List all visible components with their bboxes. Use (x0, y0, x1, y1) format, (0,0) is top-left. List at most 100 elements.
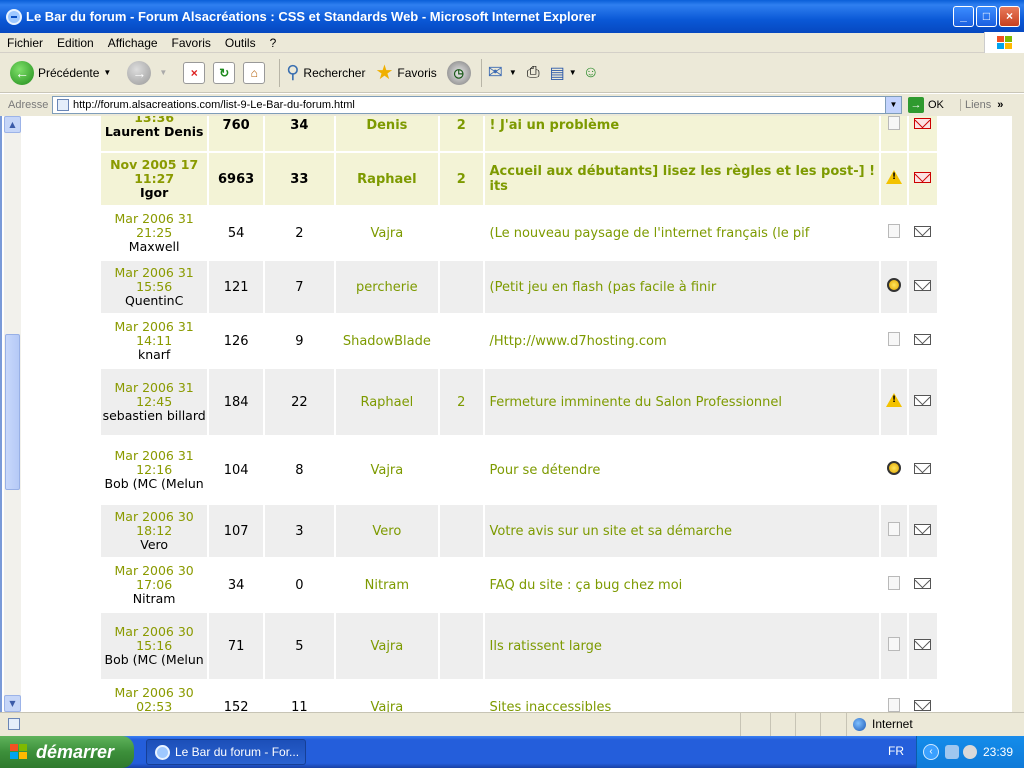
topic-date-cell: Mar 2006 31 21:25 Maxwell (101, 207, 208, 259)
edit-dropdown-icon[interactable]: ▼ (569, 68, 577, 77)
topic-pages[interactable] (439, 207, 483, 259)
topic-last-author[interactable]: Vajra (335, 681, 438, 712)
topic-last-author[interactable]: Nitram (335, 559, 438, 611)
topic-starter[interactable]: Laurent Denis (101, 125, 207, 139)
table-row: Mar 2006 31 14:11 knarf 126 9 ShadowBlade/Ht… (101, 315, 937, 367)
address-input[interactable]: http://forum.alsacreations.com/list-9-Le… (52, 96, 902, 114)
taskbar-item-ie[interactable]: Le Bar du forum - For... (146, 739, 306, 765)
topic-date-cell: 13:36 Laurent Denis (101, 116, 208, 151)
scroll-down-icon[interactable]: ▼ (4, 695, 21, 712)
topic-last-author[interactable]: Raphael (335, 369, 438, 435)
topic-starter[interactable]: Igor (101, 186, 207, 200)
vertical-scrollbar[interactable]: ▲ ▼ (4, 116, 21, 712)
topic-pages[interactable]: 2 (439, 116, 483, 151)
mail-icon[interactable] (914, 279, 932, 291)
mail-icon[interactable] (914, 577, 932, 589)
topic-last-author[interactable]: percherie (335, 261, 438, 313)
scroll-thumb[interactable] (5, 334, 20, 490)
topic-starter[interactable]: knarf (101, 348, 207, 362)
menu-help[interactable]: ? (263, 36, 284, 50)
topic-last-author[interactable]: Raphael (335, 153, 438, 205)
topic-pages[interactable] (439, 261, 483, 313)
topic-starter[interactable]: sebastien billard (101, 409, 207, 423)
minimize-button[interactable]: _ (953, 6, 974, 27)
mail-icon[interactable] (914, 225, 932, 237)
topic-pages[interactable]: 2 (439, 153, 483, 205)
topic-last-author[interactable]: ShadowBlade (335, 315, 438, 367)
topic-pages[interactable] (439, 559, 483, 611)
go-label: OK (928, 99, 944, 111)
topic-starter[interactable]: Vero (101, 538, 207, 552)
mail-icon[interactable] (914, 523, 932, 535)
messenger-icon[interactable]: ☺ (583, 64, 599, 82)
topic-pages[interactable] (439, 437, 483, 503)
topic-starter[interactable]: Nitram (101, 592, 207, 606)
back-dropdown-icon[interactable]: ▼ (103, 68, 111, 77)
topic-starter[interactable]: Bob (MC (Melun (101, 477, 207, 491)
messenger-tray-icon[interactable] (963, 745, 977, 759)
mail-red-icon[interactable] (914, 117, 932, 129)
favorites-button[interactable]: ★ Favoris (375, 60, 436, 85)
menu-affichage[interactable]: Affichage (101, 36, 165, 50)
mail-icon[interactable]: ✉ (488, 62, 503, 83)
refresh-icon[interactable]: ↻ (213, 61, 236, 84)
topic-last-author[interactable]: Vero (335, 505, 438, 557)
topic-subject[interactable]: (Le nouveau paysage de l'internet frança… (484, 207, 880, 259)
taskbar: démarrer Le Bar du forum - For... FR ‹ 2… (0, 736, 1024, 768)
topic-subject[interactable]: Fermeture imminente du Salon Professionn… (484, 369, 880, 435)
topic-subject[interactable]: Votre avis sur un site et sa démarche (484, 505, 880, 557)
menu-fichier[interactable]: Fichier (0, 36, 50, 50)
topic-subject[interactable]: Ils ratissent large (484, 613, 880, 679)
mail-icon[interactable] (914, 394, 932, 406)
address-dropdown-icon[interactable]: ▼ (885, 97, 901, 113)
history-icon[interactable]: ◷ (446, 60, 471, 85)
mail-dropdown-icon[interactable]: ▼ (509, 68, 517, 77)
topic-pages[interactable] (439, 505, 483, 557)
topic-pages[interactable] (439, 315, 483, 367)
topic-subject[interactable]: (Petit jeu en flash (pas facile à finir (484, 261, 880, 313)
go-button[interactable]: → OK (908, 97, 944, 113)
print-icon[interactable]: ⎙ (527, 64, 540, 82)
topic-pages[interactable] (439, 681, 483, 712)
topic-subject[interactable]: Sites inaccessibles (484, 681, 880, 712)
mail-icon[interactable] (914, 638, 932, 650)
topic-views: 121 (209, 261, 263, 313)
scroll-up-icon[interactable]: ▲ (4, 116, 21, 133)
mail-red-icon[interactable] (914, 171, 932, 183)
menu-outils[interactable]: Outils (218, 36, 263, 50)
mail-icon[interactable] (914, 333, 932, 345)
topic-pages[interactable] (439, 613, 483, 679)
windows-flag-icon (10, 744, 28, 760)
topic-subject[interactable]: FAQ du site : ça bug chez moi (484, 559, 880, 611)
close-button[interactable]: × (999, 6, 1020, 27)
forward-button[interactable]: → ▼ (127, 60, 173, 85)
back-button[interactable]: ← Précédente ▼ (10, 60, 117, 85)
topic-starter[interactable]: QuentinC (101, 294, 207, 308)
edit-icon[interactable]: ▤ (550, 63, 565, 83)
topic-subject[interactable]: Pour se détendre (484, 437, 880, 503)
topic-last-author[interactable]: Denis (335, 116, 438, 151)
topic-pages[interactable]: 2 (439, 369, 483, 435)
topic-starter[interactable]: Maxwell (101, 240, 207, 254)
network-icon[interactable] (945, 745, 959, 759)
chevron-left-icon[interactable]: ‹ (923, 744, 939, 760)
forward-dropdown-icon[interactable]: ▼ (159, 68, 167, 77)
links-button[interactable]: Liens » (960, 99, 1003, 111)
start-button[interactable]: démarrer (0, 736, 134, 768)
topic-subject[interactable]: /Http://www.d7hosting.com (484, 315, 880, 367)
menu-edition[interactable]: Edition (50, 36, 101, 50)
home-icon[interactable]: ⌂ (243, 61, 266, 84)
topic-starter[interactable]: Bob (MC (Melun (101, 653, 207, 667)
language-indicator[interactable]: FR (888, 744, 904, 758)
topic-last-author[interactable]: Vajra (335, 207, 438, 259)
topic-last-author[interactable]: Vajra (335, 437, 438, 503)
topic-subject[interactable]: ! J'ai un problème (484, 116, 880, 151)
menu-favoris[interactable]: Favoris (165, 36, 218, 50)
topic-subject[interactable]: Accueil aux débutants] lisez les règles … (484, 153, 880, 205)
mail-icon[interactable] (914, 699, 932, 711)
maximize-button[interactable]: □ (976, 6, 997, 27)
search-button[interactable]: ⚲ Rechercher (286, 62, 365, 83)
topic-last-author[interactable]: Vajra (335, 613, 438, 679)
mail-icon[interactable] (914, 462, 932, 474)
stop-icon[interactable]: × (183, 61, 206, 84)
